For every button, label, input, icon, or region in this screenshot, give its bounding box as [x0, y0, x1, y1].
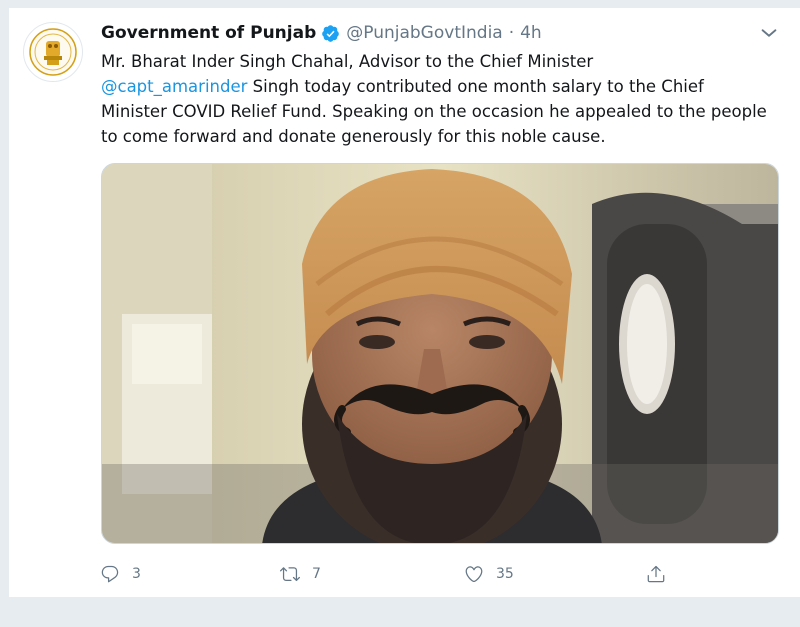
tweet-actions: 3 7 35 [100, 559, 780, 589]
card-top-border [9, 0, 800, 8]
tweet-card[interactable]: Government of Punjab @PunjabGovtIndia · … [0, 0, 800, 597]
reply-button[interactable]: 3 [100, 559, 141, 589]
separator-dot: · [508, 23, 515, 43]
share-icon [647, 565, 665, 583]
caret-down-icon[interactable] [758, 22, 780, 44]
display-name[interactable]: Government of Punjab [101, 23, 316, 43]
tweet-media-photo[interactable] [101, 163, 779, 544]
reply-icon [101, 565, 119, 583]
tweet-header: Government of Punjab @PunjabGovtIndia · … [101, 20, 542, 46]
retweet-button[interactable]: 7 [280, 559, 321, 589]
handle[interactable]: @PunjabGovtIndia [346, 23, 502, 43]
avatar[interactable] [23, 22, 83, 82]
retweet-count: 7 [312, 566, 321, 582]
like-button[interactable]: 35 [464, 559, 514, 589]
timestamp[interactable]: 4h [520, 23, 542, 43]
card-left-border [0, 0, 9, 597]
verified-badge-icon [322, 24, 340, 42]
retweet-icon [280, 567, 300, 582]
like-icon [465, 566, 483, 583]
like-count: 35 [496, 566, 514, 582]
emblem-logo-icon [29, 28, 77, 76]
tweet-text: Mr. Bharat Inder Singh Chahal, Advisor t… [101, 49, 771, 149]
mention-link[interactable]: @capt_amarinder [101, 77, 247, 96]
share-button[interactable] [646, 559, 666, 589]
portrait-photo [102, 164, 778, 543]
tweet-text-line1: Mr. Bharat Inder Singh Chahal, Advisor t… [101, 52, 594, 71]
reply-count: 3 [132, 566, 141, 582]
